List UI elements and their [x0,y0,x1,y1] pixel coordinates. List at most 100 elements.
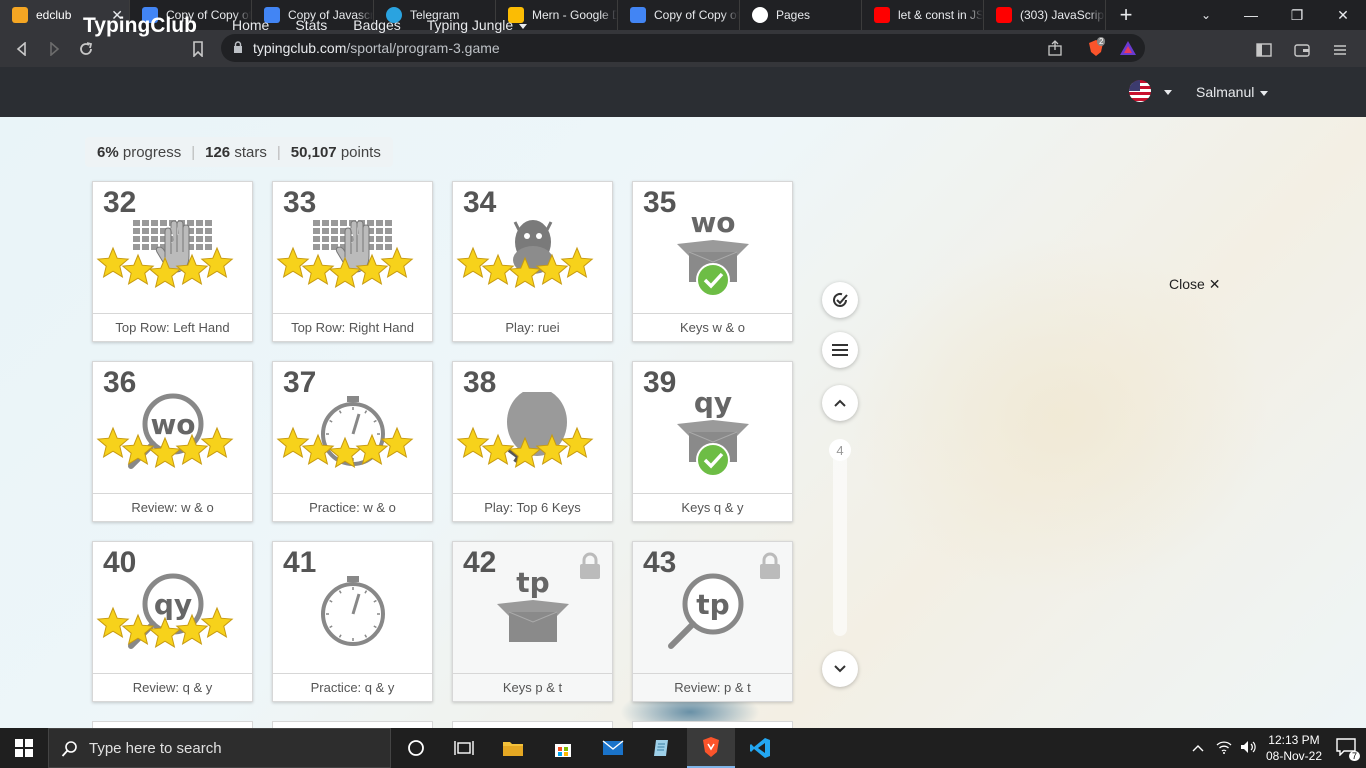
clock[interactable]: 12:13 PM 08-Nov-22 [1266,732,1322,764]
clock-time: 12:13 PM [1268,733,1320,747]
site-logo[interactable]: TypingClub [83,14,197,38]
scroll-up-button[interactable] [822,385,858,421]
chevron-down-icon [1260,90,1269,96]
lesson-box-icon: qy [633,386,794,492]
browser-tab[interactable]: (303) JavaScript [984,0,1106,30]
microsoft-store-icon[interactable] [539,728,587,768]
lesson-card[interactable]: 41 Practice: q & y [272,541,433,702]
notification-count: 7 [1348,750,1360,761]
svg-text:tp: tp [696,588,729,621]
us-flag-icon[interactable] [1129,80,1151,102]
lesson-card[interactable]: 35 wo Keys w & o [632,181,793,342]
chevron-up-icon [834,399,846,407]
nav-typing-jungle[interactable]: Typing Jungle [427,17,528,33]
browser-tab[interactable]: Pages [740,0,862,30]
lesson-keyboard-left-icon [93,212,254,312]
language-chevron-icon[interactable] [1164,90,1172,95]
scroll-down-button[interactable] [822,651,858,687]
lesson-card[interactable]: 43 tp Review: p & t [632,541,793,702]
browser-tab[interactable]: let & const in JS [862,0,984,30]
chevron-down-icon [519,23,528,29]
svg-text:wo: wo [150,408,195,441]
sidebar-icon[interactable] [1248,34,1280,66]
close-window-icon[interactable]: ✕ [1320,0,1366,30]
lesson-card[interactable]: 40 qy Review: q & y [92,541,253,702]
address-bar[interactable]: typingclub.com/sportal/program-3.game 2 [221,34,1145,62]
lesson-title: Play: ruei [453,313,612,341]
user-menu[interactable]: Salmanul [1196,84,1269,100]
level-scroll-handle[interactable]: 4 [829,439,851,461]
points-value: 50,107 [290,143,337,161]
url-path: /sportal/program-3.game [346,40,500,56]
mail-icon[interactable] [589,728,637,768]
minimize-icon[interactable]: — [1228,0,1274,30]
google-docs-icon [630,7,646,23]
level-scroll-track[interactable] [833,440,847,636]
vscode-icon[interactable] [736,728,784,768]
lesson-card[interactable]: 42 tp Keys p & t [452,541,613,702]
menu-icon[interactable] [1324,34,1356,66]
cortana-icon[interactable] [392,728,440,768]
brave-browser-icon[interactable] [687,728,735,768]
windows-taskbar: Type here to search 12:13 PM 08-Nov-22 7 [0,728,1366,768]
nav-stats[interactable]: Stats [295,17,327,33]
taskbar-search[interactable]: Type here to search [48,728,391,768]
tab-title: Pages [776,8,811,22]
close-button[interactable]: Close ✕ [1169,276,1220,293]
task-view-icon[interactable] [440,728,488,768]
lesson-title: Top Row: Left Hand [93,313,252,341]
wifi-icon[interactable] [1216,740,1232,757]
restore-icon[interactable]: ❐ [1274,0,1320,30]
github-icon [752,7,768,23]
lesson-title: Review: q & y [93,673,252,701]
site-navbar [0,67,1366,117]
forward-icon[interactable] [38,33,70,65]
tab-title: (303) JavaScript [1020,8,1105,22]
lesson-title: Play: Top 6 Keys [453,493,612,521]
browser-tab[interactable]: Copy of Copy of [618,0,740,30]
points-label: points [340,143,381,161]
url-domain: typingclub.com [253,40,347,56]
wallet-icon[interactable] [1286,34,1318,66]
start-button[interactable] [0,728,48,768]
lock-icon [758,552,782,580]
brave-shield-icon[interactable]: 2 [1087,37,1106,60]
svg-text:tp: tp [516,572,549,599]
tab-search-icon[interactable]: ⌄ [1186,0,1226,30]
volume-icon[interactable] [1240,740,1258,757]
list-view-button[interactable] [822,332,858,368]
lesson-title: Keys w & o [633,313,792,341]
new-tab-button[interactable]: + [1106,0,1146,30]
share-icon[interactable] [1047,40,1063,59]
lesson-title: Keys q & y [633,493,792,521]
circle-check-icon [833,292,848,307]
lesson-stopwatch-icon [273,572,434,672]
browser-toolbar: typingclub.com/sportal/program-3.game 2 [0,30,1366,67]
check-progress-button[interactable] [822,282,858,318]
lesson-balloon-icon [453,388,614,492]
site-nav-links: Home Stats Badges Typing Jungle [232,17,553,33]
lesson-card[interactable]: 36 wo Review: w & o [92,361,253,522]
hamburger-icon [832,344,848,356]
nav-badges[interactable]: Badges [353,17,400,33]
brave-rewards-icon[interactable] [1119,39,1137,60]
lesson-card[interactable]: 39 qy Keys q & y [632,361,793,522]
file-explorer-icon[interactable] [489,728,537,768]
back-icon[interactable] [6,33,38,65]
notepad-icon[interactable] [638,728,686,768]
tab-title: let & const in JS [898,8,983,22]
notifications-icon[interactable]: 7 [1336,737,1360,761]
svg-text:qy: qy [694,392,732,419]
lesson-card[interactable]: 33 Top Row: Right Hand [272,181,433,342]
lesson-card[interactable]: 38 Play: Top 6 Keys [452,361,613,522]
user-name: Salmanul [1196,84,1255,100]
lesson-card[interactable]: 34 Play: ruei [452,181,613,342]
separator: | [276,143,281,161]
toolbar-right [1248,34,1356,66]
stars-label: stars [234,143,267,161]
lesson-card[interactable]: 37 Practice: w & o [272,361,433,522]
show-hidden-icons-icon[interactable] [1192,741,1204,755]
nav-home[interactable]: Home [232,17,269,33]
lesson-box-icon: tp [453,566,614,672]
lesson-card[interactable]: 32 Top Row: Left Hand [92,181,253,342]
